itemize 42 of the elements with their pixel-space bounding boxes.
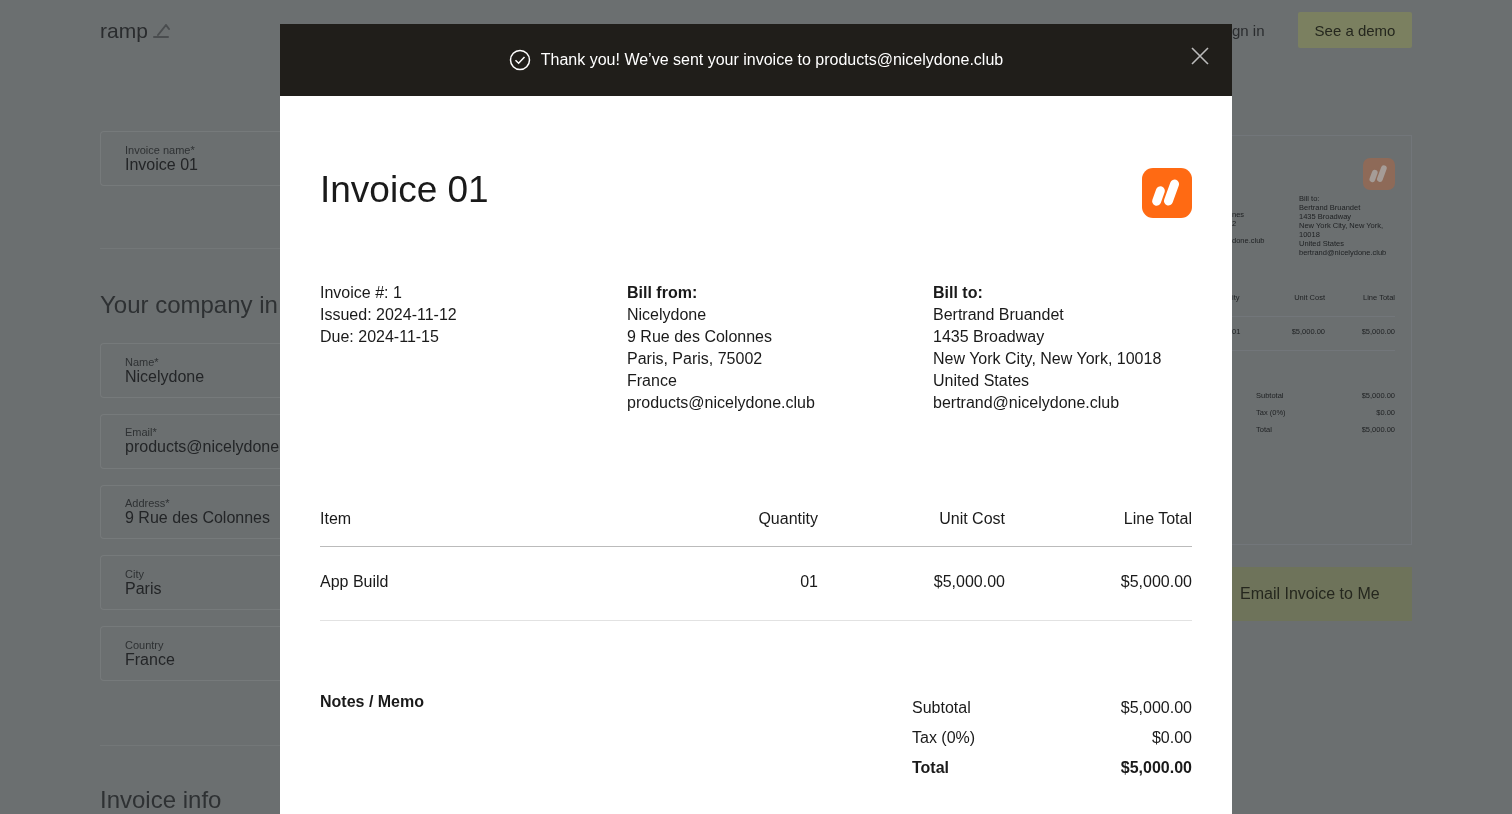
total-value: $0.00 (1151, 728, 1192, 748)
address-line: France (627, 371, 678, 391)
invoice-meta: Issued: 2024-11-12 (320, 305, 458, 325)
address-line: products@nicelydone.club (627, 393, 816, 413)
company-logo-icon (1363, 158, 1395, 190)
table-cell-text: $5,000.00 (1119, 573, 1192, 591)
total-label: Subtotal (912, 698, 971, 718)
sign-in-link[interactable]: gn in (1232, 21, 1265, 39)
address-line: Paris, Paris, 75002 (627, 349, 764, 369)
total-value: $5,000.00 (1120, 758, 1192, 778)
total-value: $5,000.00 (1120, 698, 1192, 718)
demo-button[interactable]: See a demo (1298, 12, 1412, 48)
column-header: Quantity (757, 510, 818, 528)
company-logo-icon (1142, 168, 1192, 218)
table-cell-text: App Build (320, 573, 390, 591)
address-line: 9 Rue des Colonnes (627, 327, 773, 347)
address-line: United States (933, 371, 1031, 391)
email-invoice-button[interactable]: Email Invoice to Me (1232, 567, 1412, 621)
address-line: New York City, New York, 10018 (933, 349, 1163, 369)
success-message: Thank you! We’ve sent your invoice to products@nicelydone.club (540, 51, 1004, 69)
address-line: 1435 Broadway (933, 327, 1046, 347)
section-heading: Invoice info (100, 786, 223, 814)
address-line: Nicelydone (627, 305, 708, 325)
column-header: Unit Cost (938, 510, 1005, 528)
bill-from-heading: Bill from: (627, 283, 699, 303)
check-circle-icon (508, 49, 531, 71)
address-line: Bertrand Bruandet (933, 305, 1065, 325)
address-line: bertrand@nicelydone.club (933, 393, 1121, 413)
invoice-title: Invoice 01 (320, 170, 489, 210)
total-label: Total (912, 758, 950, 778)
column-header: Line Total (1122, 510, 1192, 528)
total-label: Tax (0%) (912, 728, 976, 748)
notes-label: Notes / Memo (320, 693, 424, 712)
brand-logo-text[interactable]: ramp (100, 18, 148, 43)
section-heading: Your company in (100, 291, 279, 320)
column-header: Item (320, 510, 353, 528)
table-cell-text: $5,000.00 (932, 573, 1005, 591)
table-cell-text: 01 (799, 573, 818, 591)
close-icon[interactable] (1190, 46, 1210, 66)
bill-to-heading: Bill to: (933, 283, 984, 303)
invoice-meta: Invoice #: 1 (320, 283, 403, 303)
invoice-meta: Due: 2024-11-15 (320, 327, 440, 347)
